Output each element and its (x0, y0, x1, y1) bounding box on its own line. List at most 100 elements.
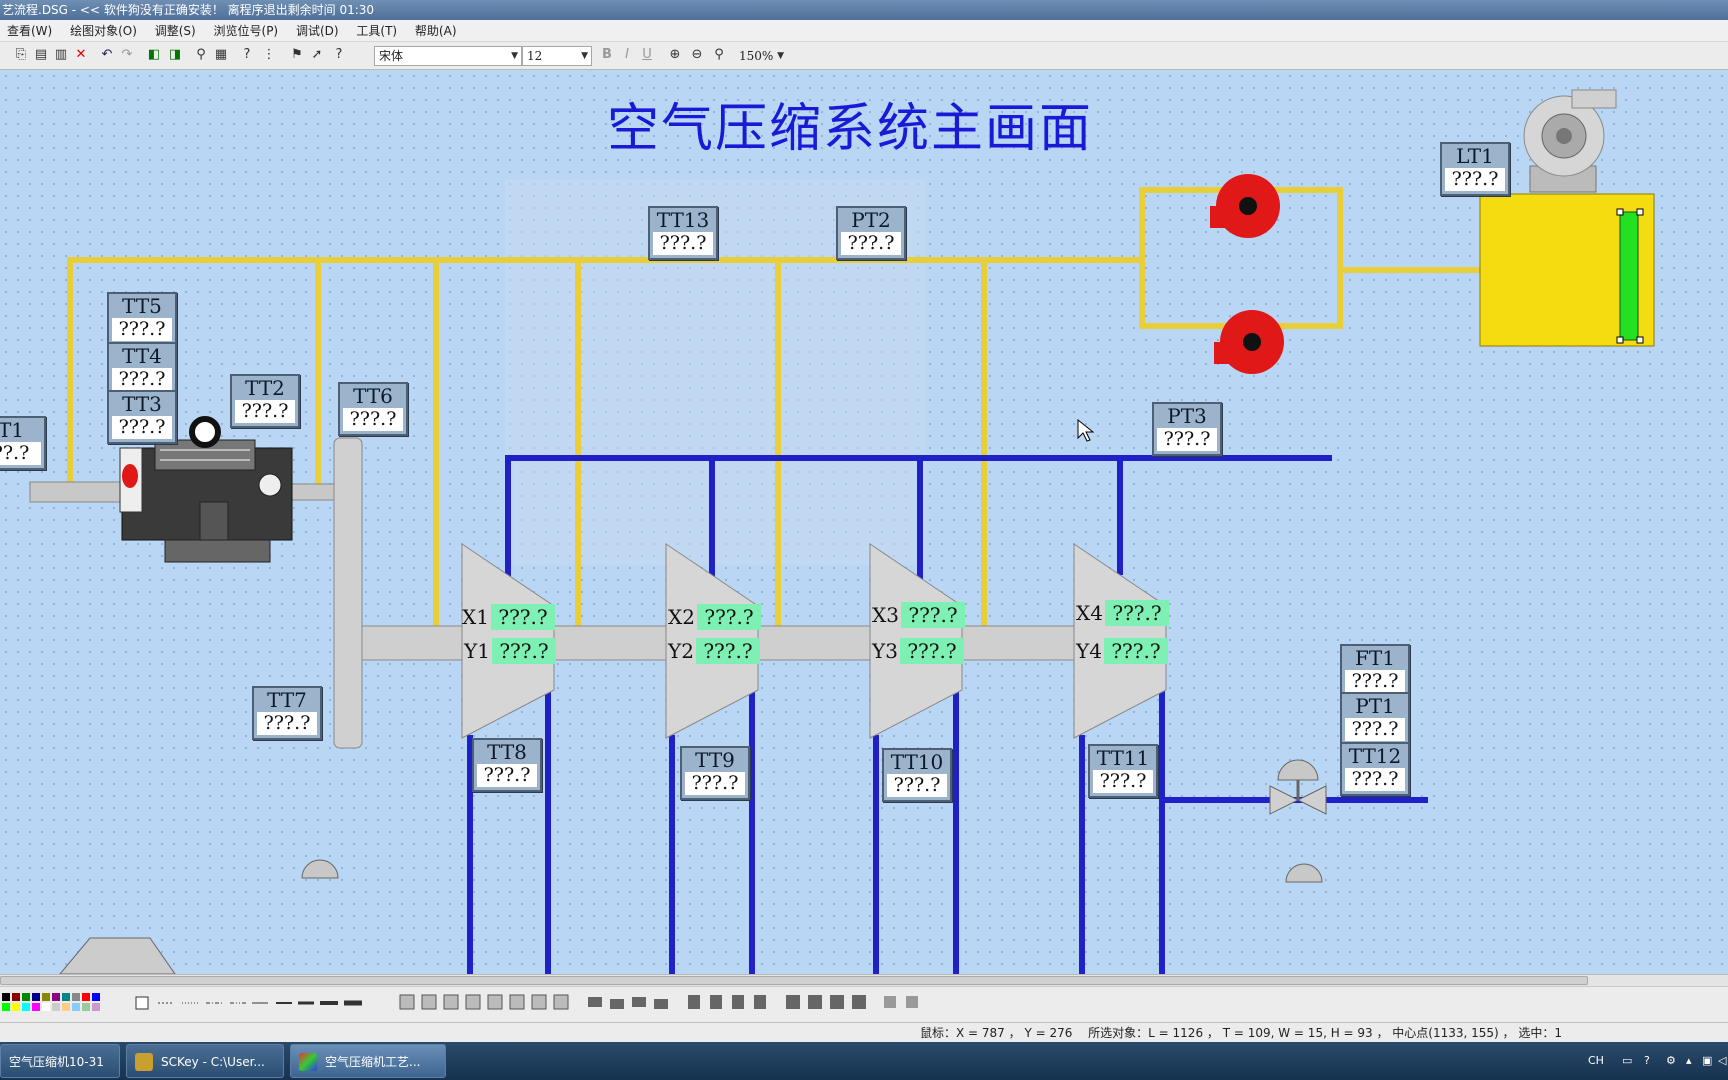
zoom-out-icon[interactable]: ⊖ (688, 46, 706, 64)
line-style-icons[interactable] (135, 996, 362, 1010)
tray-expand-icon[interactable]: ▴ (1686, 1042, 1692, 1080)
pointer-help-icon[interactable]: ➚ (308, 46, 326, 64)
paste-special-icon[interactable]: ▥ (52, 46, 70, 64)
underline-icon[interactable]: U (638, 46, 656, 64)
app-window: 艺流程.DSG - << 软件狗没有正确安装！ 离程序退出剩余时间 01:30 … (0, 0, 1728, 1080)
tag-value: ???.? (257, 712, 317, 735)
tag-ft1[interactable]: FT1???.? (1340, 644, 1410, 698)
send-back-icon[interactable]: ◨ (166, 46, 184, 64)
horizontal-scrollbar[interactable] (0, 974, 1728, 986)
zoom-select[interactable]: 150% ▼ (734, 46, 788, 66)
tag-lt1[interactable]: LT1???.? (1440, 142, 1510, 196)
tag-tt4[interactable]: TT4???.? (107, 342, 177, 396)
delete-icon[interactable]: ✕ (72, 46, 90, 64)
properties-icon[interactable]: ▦ (212, 46, 230, 64)
stage-value: ???.? (1103, 638, 1168, 664)
grid-icon[interactable]: ⋮ (260, 46, 278, 64)
help-icon[interactable]: ? (1644, 1042, 1650, 1080)
tag-select-icon[interactable]: ⚑ (288, 46, 306, 64)
zoom-fit-icon[interactable]: ⚲ (710, 46, 728, 64)
taskbar: 空气压缩机10-31 SCKey - C:\User... 空气压缩机工艺...… (0, 1042, 1728, 1080)
align-icons[interactable] (588, 995, 918, 1009)
paste-icon[interactable]: ▤ (32, 46, 50, 64)
help-icon[interactable]: ? (330, 46, 348, 64)
coupling-disk (333, 437, 363, 749)
menu-debug[interactable]: 调试(D) (289, 20, 346, 42)
settings-icon[interactable]: ⚙ (1666, 1042, 1676, 1080)
tag-tt11[interactable]: TT11???.? (1088, 744, 1158, 798)
stage2-y-readout[interactable]: Y2???.? (668, 638, 760, 664)
tag-tt3[interactable]: TT3???.? (107, 390, 177, 444)
tag-value: ???.? (1093, 770, 1153, 793)
copy-icon[interactable]: ⎘ (12, 46, 30, 64)
tag-name: TT2 (245, 376, 285, 400)
tag-tt13[interactable]: TT13???.? (648, 206, 718, 260)
volume-icon[interactable]: ◁ (1718, 1042, 1726, 1080)
bold-icon[interactable]: B (598, 46, 616, 64)
tag-tt10[interactable]: TT10???.? (882, 748, 952, 802)
taskbar-item-project[interactable]: 空气压缩机10-31 (0, 1044, 120, 1078)
italic-icon[interactable]: I (618, 46, 636, 64)
stage2-x-readout[interactable]: X2???.? (668, 604, 761, 630)
menu-help[interactable]: 帮助(A) (408, 20, 464, 42)
keyboard-icon[interactable]: ▭ (1622, 1042, 1632, 1080)
font-name-select[interactable]: 宋体 ▼ (374, 46, 522, 66)
tag-tt2[interactable]: TT2???.? (230, 374, 300, 428)
drawing-canvas[interactable]: 空气压缩系统主画面 LT1???.? TT13???.? PT2???.? TT… (0, 70, 1728, 974)
scrollbar-thumb[interactable] (0, 976, 1588, 985)
tag-pt1[interactable]: PT1???.? (1340, 692, 1410, 746)
tag-value: ???.? (343, 408, 403, 431)
taskbar-item-label: SCKey - C:\User... (161, 1055, 265, 1069)
tag-pt3[interactable]: PT3???.? (1152, 402, 1222, 456)
tag-tt7[interactable]: TT7???.? (252, 686, 322, 740)
font-size-select[interactable]: 12 ▼ (522, 46, 592, 66)
help-context-icon[interactable]: ? (238, 46, 256, 64)
stage3-x-readout[interactable]: X3???.? (872, 602, 965, 628)
stage3-y-readout[interactable]: Y3???.? (872, 638, 964, 664)
pump-2 (1214, 310, 1284, 374)
lock-icon (135, 1053, 153, 1071)
window-title: 艺流程.DSG - << 软件狗没有正确安装！ 离程序退出剩余时间 01:30 (2, 3, 375, 17)
find-icon[interactable]: ⚲ (192, 46, 210, 64)
fill-pattern-icons[interactable] (399, 994, 569, 1010)
tag-tt9[interactable]: TT9???.? (680, 746, 750, 800)
menu-view[interactable]: 查看(W) (0, 20, 59, 42)
system-tray: CH ▭ ? ⚙ ▴ ▣ ◁ (1578, 1042, 1728, 1080)
partial-object-left (59, 937, 176, 974)
tag-name: TT9 (695, 748, 735, 772)
stage4-y-readout[interactable]: Y4???.? (1076, 638, 1168, 664)
menu-draw-objects[interactable]: 绘图对象(O) (63, 20, 144, 42)
taskbar-item-sckey[interactable]: SCKey - C:\User... (126, 1044, 284, 1078)
tag-t1[interactable]: T1??.? (0, 416, 46, 470)
menu-tools[interactable]: 工具(T) (349, 20, 404, 42)
stage4-x-readout[interactable]: X4???.? (1076, 600, 1169, 626)
network-icon[interactable]: ▣ (1702, 1042, 1712, 1080)
stage-label: X4 (1076, 601, 1103, 625)
tag-tt8[interactable]: TT8???.? (472, 738, 542, 792)
drawing-toolbar (0, 986, 1728, 1026)
tag-name: TT5 (122, 294, 162, 318)
language-indicator[interactable]: CH (1588, 1042, 1604, 1080)
stage1-x-readout[interactable]: X1???.? (462, 604, 555, 630)
tag-tt5[interactable]: TT5???.? (107, 292, 177, 346)
stage-value: ???.? (1104, 600, 1169, 626)
menu-adjust[interactable]: 调整(S) (148, 20, 203, 42)
taskbar-item-diagram[interactable]: 空气压缩机工艺... (290, 1044, 446, 1078)
color-palette[interactable] (2, 993, 100, 1011)
valve (1269, 759, 1327, 815)
redo-icon[interactable]: ↷ (118, 46, 136, 64)
tag-tt6[interactable]: TT6???.? (338, 382, 408, 436)
status-bar: 鼠标：X = 787 ， Y = 276 所选对象：L = 1126 ， T =… (0, 1022, 1728, 1042)
undo-icon[interactable]: ↶ (98, 46, 116, 64)
font-name-value: 宋体 (379, 49, 404, 63)
tag-value: ??.? (0, 442, 41, 465)
tag-tt12[interactable]: TT12???.? (1340, 742, 1410, 796)
zoom-in-icon[interactable]: ⊕ (666, 46, 684, 64)
tag-name: TT3 (122, 392, 162, 416)
stage1-y-readout[interactable]: Y1???.? (464, 638, 556, 664)
menu-browse-tags[interactable]: 浏览位号(P) (207, 20, 286, 42)
bring-front-icon[interactable]: ◧ (145, 46, 163, 64)
tag-name: PT3 (1167, 404, 1207, 428)
tag-pt2[interactable]: PT2???.? (836, 206, 906, 260)
tag-name: FT1 (1355, 646, 1395, 670)
